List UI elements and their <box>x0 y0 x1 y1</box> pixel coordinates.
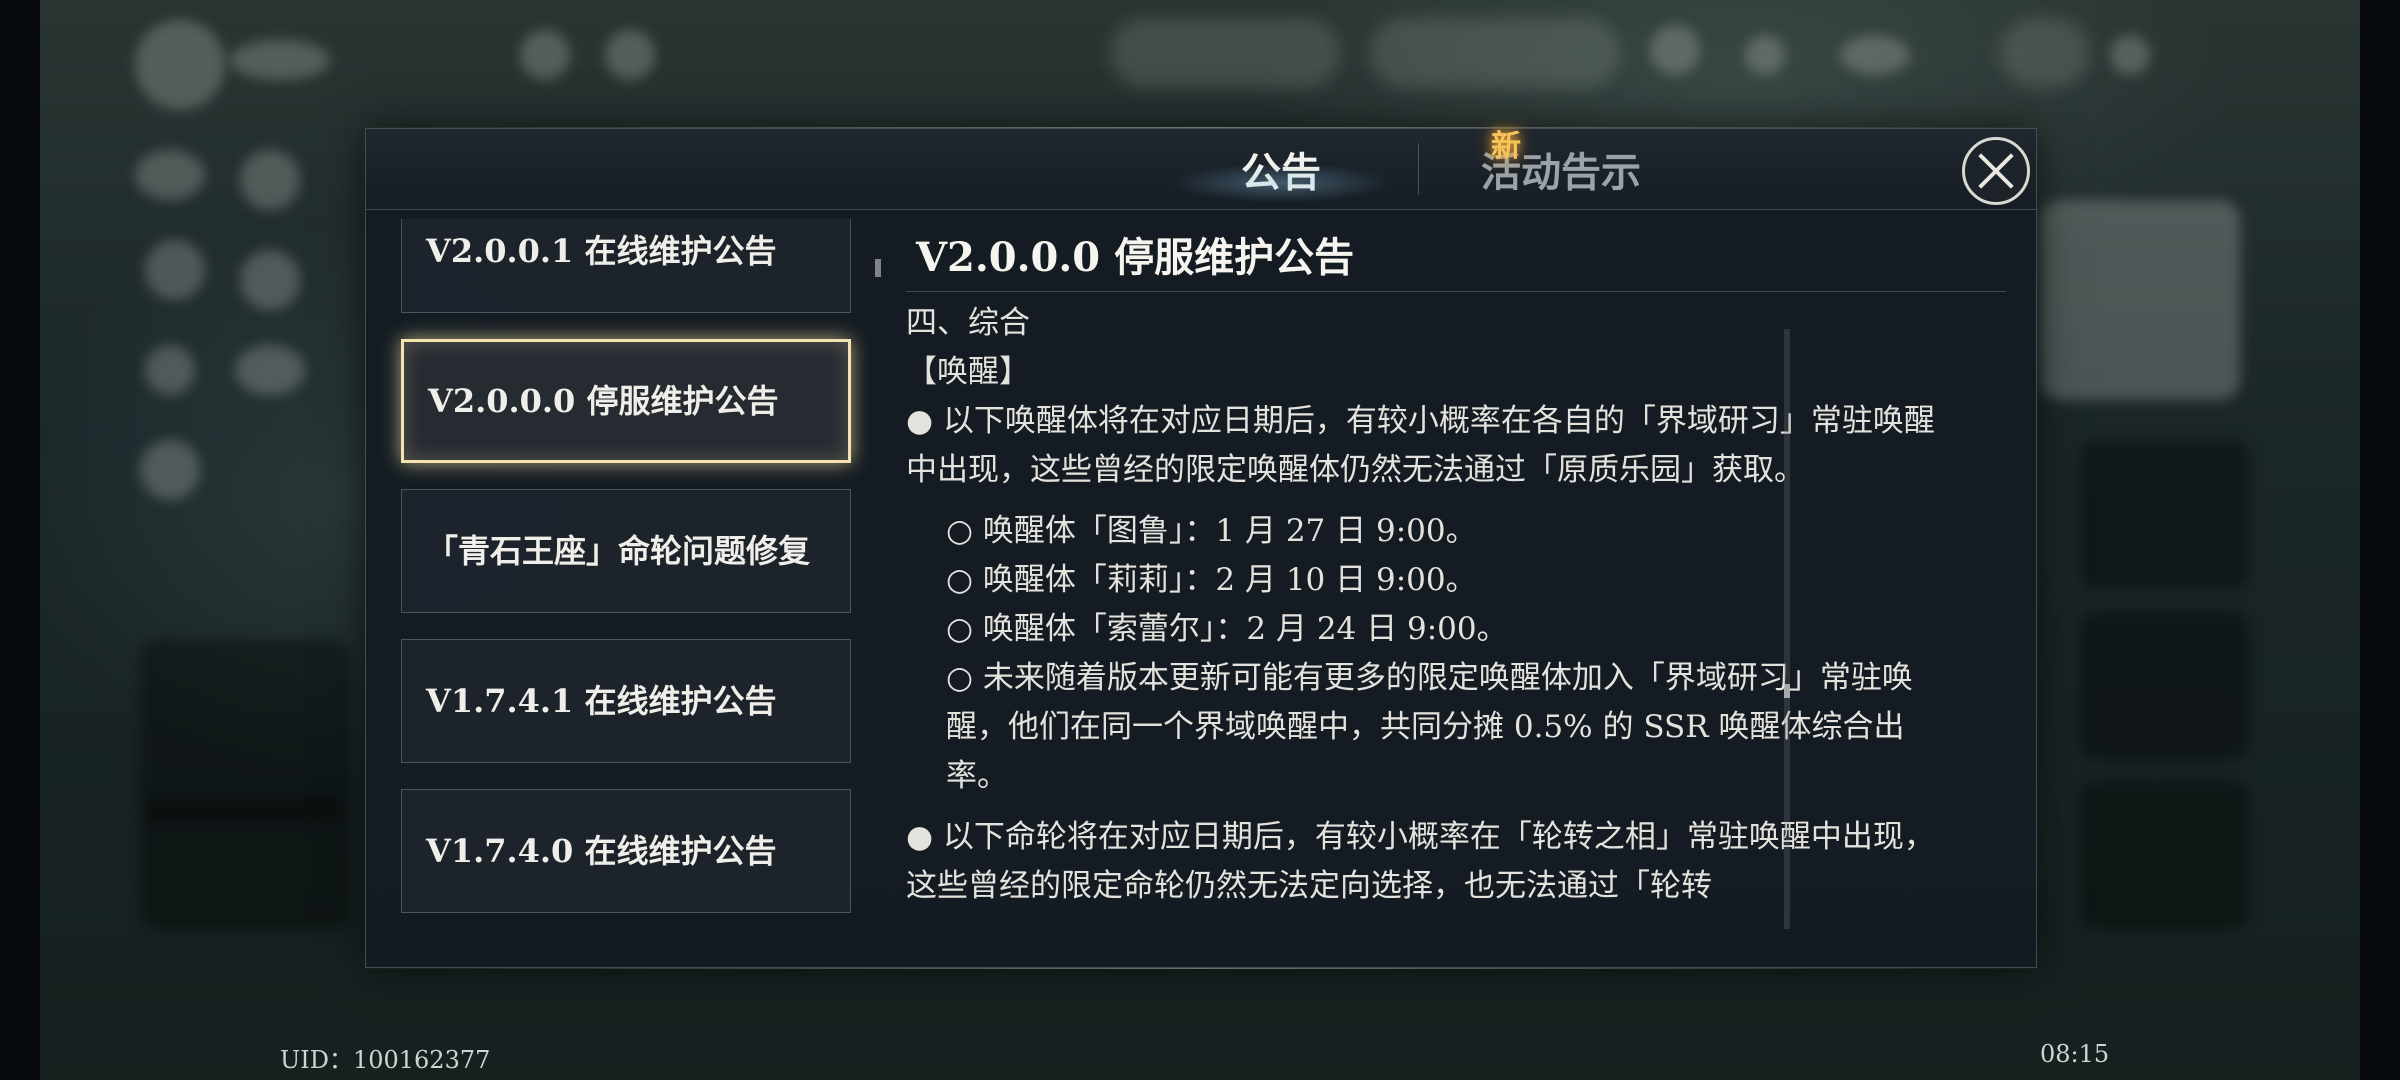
tab-announcements[interactable]: 公告 <box>1151 129 1411 209</box>
announcement-content: V2.0.0.0 停服维护公告 四、综合 【唤醒】 ● 以下唤醒体将在对应日期后… <box>886 219 2006 959</box>
announcement-dialog: 公告 活动告示 新 V2.0.0.1 在线维护公告 V2.0.0.0 停服维护公… <box>306 127 2096 969</box>
sub-bullet: ○ 唤醒体「图鲁」：1 月 27 日 9:00。 <box>946 513 1477 549</box>
clock-label: 08:15 <box>2040 1040 2110 1068</box>
bullet-paragraph: ● 以下唤醒体将在对应日期后，有较小概率在各自的「界域研习」常驻唤醒中出现，这些… <box>906 403 1935 488</box>
sub-bullet: ○ 未来随着版本更新可能有更多的限定唤醒体加入「界域研习」常驻唤醒，他们在同一个… <box>946 660 1913 794</box>
content-scroll-track <box>1784 329 1790 929</box>
content-scroll-thumb[interactable] <box>1784 684 1790 698</box>
list-item-v2000[interactable]: V2.0.0.0 停服维护公告 <box>401 339 851 463</box>
subsection-heading: 【唤醒】 <box>906 354 1030 390</box>
list-item-v1741[interactable]: V1.7.4.1 在线维护公告 <box>401 639 851 763</box>
content-title: V2.0.0.0 停服维护公告 <box>916 234 1355 281</box>
sub-bullet: ○ 唤醒体「索蕾尔」：2 月 24 日 9:00。 <box>946 611 1508 647</box>
tab-event-notices[interactable]: 活动告示 <box>1431 129 1691 209</box>
list-scrollbar[interactable] <box>875 259 881 277</box>
sub-bullet: ○ 唤醒体「莉莉」：2 月 10 日 9:00。 <box>946 562 1477 598</box>
close-button[interactable] <box>1962 137 2030 205</box>
tab-bar: 公告 活动告示 新 <box>366 129 2036 210</box>
section-heading: 四、综合 <box>906 305 1030 341</box>
uid-label: UID：100162377 <box>280 1046 491 1074</box>
tab-divider <box>1418 143 1419 195</box>
bullet-paragraph: ● 以下命轮将在对应日期后，有较小概率在「轮转之相」常驻唤醒中出现，这些曾经的限… <box>906 819 1935 904</box>
new-badge: 新 <box>1491 129 1521 164</box>
list-item-qingshi-fix[interactable]: 「青石王座」命轮问题修复 <box>401 489 851 613</box>
list-item-v2001[interactable]: V2.0.0.1 在线维护公告 <box>401 219 851 313</box>
announcement-list: V2.0.0.1 在线维护公告 V2.0.0.0 停服维护公告 「青石王座」命轮… <box>366 219 876 959</box>
list-item-v1740[interactable]: V1.7.4.0 在线维护公告 <box>401 789 851 913</box>
content-body[interactable]: 四、综合 【唤醒】 ● 以下唤醒体将在对应日期后，有较小概率在各自的「界域研习」… <box>906 299 1956 939</box>
